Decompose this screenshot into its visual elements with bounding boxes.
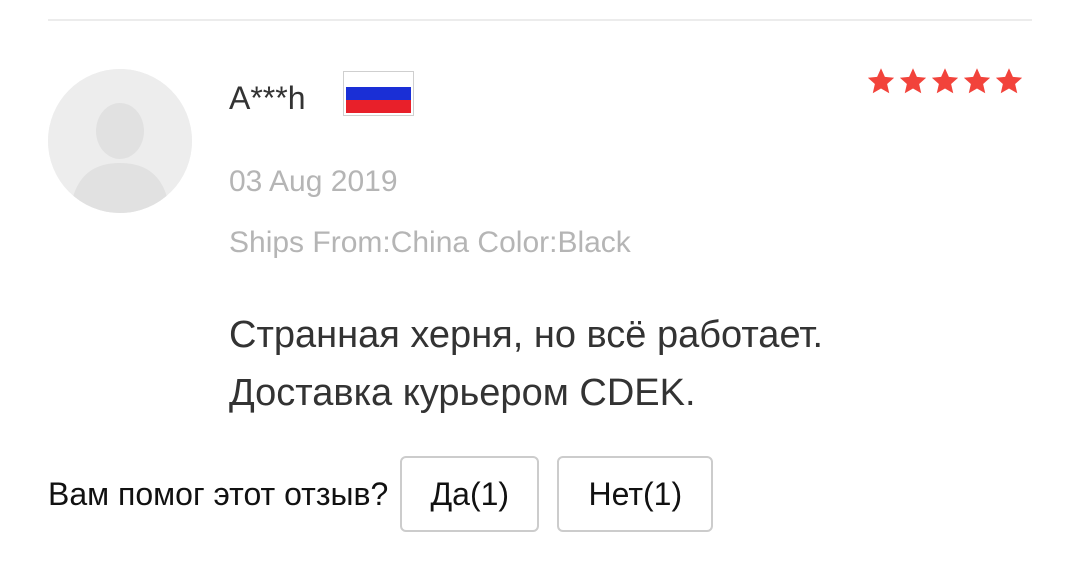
reviewer-name: A***h: [229, 80, 306, 116]
review-date: 03 Aug 2019: [229, 165, 398, 198]
user-silhouette-icon: [48, 69, 192, 213]
rating-stars: [866, 64, 1024, 98]
star-icon: [899, 68, 927, 94]
review-card: A***h 03 Aug 2019 Ships From:China Color…: [0, 0, 1080, 581]
divider: [48, 19, 1032, 21]
review-text-line: Странная херня, но всё работает.: [229, 314, 824, 356]
review-text: Странная херня, но всё работает. Доставк…: [229, 306, 1029, 422]
review-text-line: Доставка курьером CDEK.: [229, 372, 696, 414]
avatar: [48, 69, 192, 213]
star-icon: [963, 68, 991, 94]
helpful-no-button[interactable]: Нет(1): [557, 456, 714, 532]
helpful-question: Вам помог этот отзыв?: [48, 475, 389, 512]
star-icon: [931, 68, 959, 94]
helpful-yes-button[interactable]: Да(1): [400, 456, 540, 532]
russia-flag-icon: [343, 71, 414, 116]
star-icon: [995, 68, 1023, 94]
star-icon: [867, 68, 895, 94]
helpful-row: Вам помог этот отзыв? Да(1) Нет(1): [48, 455, 714, 533]
product-attributes: Ships From:China Color:Black: [229, 226, 631, 259]
